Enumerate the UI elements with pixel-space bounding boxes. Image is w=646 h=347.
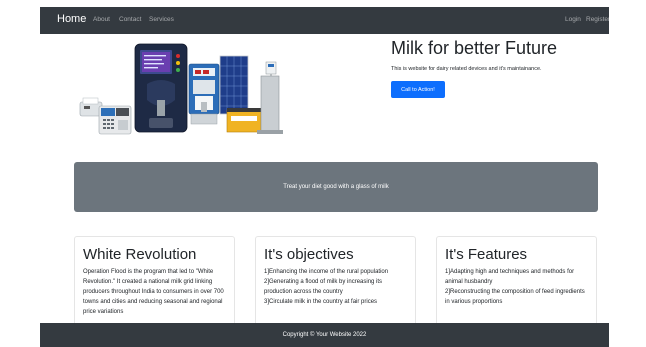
navbar: Home About Contact Services Login Regist… <box>40 7 610 34</box>
tagline-banner: Treat your diet good with a glass of mil… <box>74 162 598 212</box>
nav-link-contact[interactable]: Contact <box>119 16 141 23</box>
hero-description: This is website for dairy related device… <box>391 66 542 72</box>
card-objectives: It's objectives 1]Enhancing the income o… <box>255 236 416 326</box>
card-title: White Revolution <box>83 246 197 263</box>
printer-device <box>79 97 103 117</box>
panel-analyzer <box>188 63 220 125</box>
call-to-action-button[interactable]: Call to Action! <box>391 81 445 98</box>
card-title: It's objectives <box>264 246 354 263</box>
card-text: Operation Flood is the program that led … <box>83 269 224 315</box>
card-text: 1]Enhancing the income of the rural popu… <box>264 269 389 305</box>
card-white-revolution: White Revolution Operation Flood is the … <box>74 236 235 326</box>
solar-panel <box>219 55 249 115</box>
nav-link-login[interactable]: Login <box>565 16 581 23</box>
keypad-analyzer <box>98 105 132 135</box>
battery <box>226 108 262 133</box>
milk-analyzer-main <box>134 43 188 133</box>
nav-link-about[interactable]: About <box>93 16 110 23</box>
card-features: It's Features 1]Adapting high and techni… <box>436 236 597 326</box>
card-title: It's Features <box>445 246 528 263</box>
hero-title: Milk for better Future <box>391 38 558 58</box>
nav-link-register[interactable]: Register <box>586 16 610 23</box>
nav-brand-home[interactable]: Home <box>57 13 86 25</box>
stand-unit <box>257 61 283 134</box>
banner-text: Treat your diet good with a glass of mil… <box>283 184 389 190</box>
footer-copyright: Copyright © Your Website 2022 <box>282 332 367 338</box>
footer: Copyright © Your Website 2022 <box>40 323 609 347</box>
nav-link-services[interactable]: Services <box>149 16 174 23</box>
card-text: 1]Adapting high and techniques and metho… <box>445 269 585 305</box>
dairy-equipment-image <box>79 43 283 135</box>
